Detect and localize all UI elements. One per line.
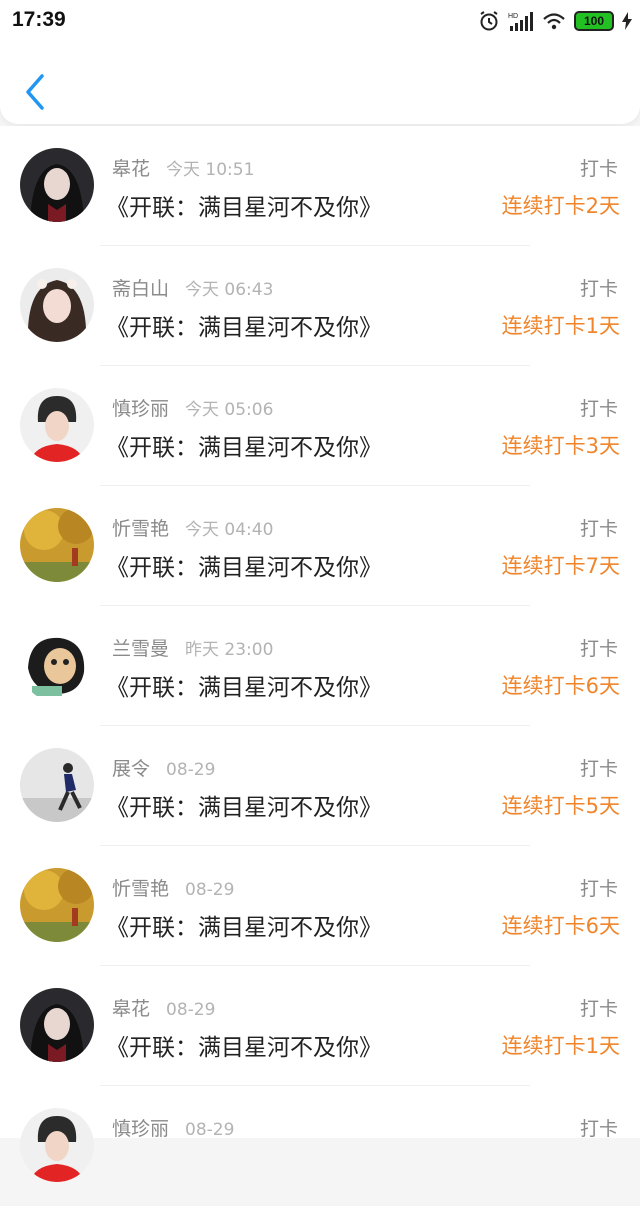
avatar[interactable] — [20, 988, 94, 1062]
streak-label: 连续打卡1天 — [501, 1034, 620, 1058]
post-title: 《开联：满目星河不及你》 — [106, 915, 382, 941]
streak-label: 连续打卡7天 — [501, 554, 620, 578]
checkin-label: 打卡 — [579, 518, 618, 540]
streak-label: 连续打卡3天 — [501, 434, 620, 458]
list-item[interactable]: 慎珍丽 今天 05:06 《开联：满目星河不及你》 打卡 连续打卡3天 — [0, 366, 640, 486]
post-time: 08-29 — [166, 1000, 216, 1020]
list-item[interactable]: 忻雪艳 今天 04:40 《开联：满目星河不及你》 打卡 连续打卡7天 — [0, 486, 640, 606]
checkin-label: 打卡 — [579, 278, 618, 300]
svg-text:HD: HD — [508, 13, 518, 20]
post-title: 《开联：满目星河不及你》 — [106, 1035, 382, 1061]
chevron-left-icon — [26, 74, 44, 110]
user-name: 皋花 今天 10:51 — [112, 158, 255, 180]
post-time: 08-29 — [166, 760, 216, 780]
list-item[interactable]: 慎珍丽 08-29 打卡 — [0, 1086, 640, 1206]
list-item[interactable]: 皋花 今天 10:51 《开联：满目星河不及你》 打卡 连续打卡2天 — [0, 126, 640, 246]
post-title: 《开联：满目星河不及你》 — [106, 315, 382, 341]
avatar[interactable] — [20, 148, 94, 222]
avatar[interactable] — [20, 388, 94, 462]
list-item[interactable]: 展令 08-29 《开联：满目星河不及你》 打卡 连续打卡5天 — [0, 726, 640, 846]
avatar[interactable] — [20, 748, 94, 822]
back-button[interactable] — [18, 70, 54, 114]
status-icons: HD 100 — [478, 8, 632, 34]
checkin-label: 打卡 — [579, 758, 618, 780]
post-title: 《开联：满目星河不及你》 — [106, 555, 382, 581]
avatar[interactable] — [20, 868, 94, 942]
streak-label: 连续打卡6天 — [501, 914, 620, 938]
avatar[interactable] — [20, 268, 94, 342]
post-time: 昨天 23:00 — [185, 640, 274, 660]
checkin-label: 打卡 — [579, 1118, 618, 1140]
user-name: 慎珍丽 08-29 — [112, 1118, 235, 1140]
avatar[interactable] — [20, 508, 94, 582]
list-item[interactable]: 兰雪曼 昨天 23:00 《开联：满目星河不及你》 打卡 连续打卡6天 — [0, 606, 640, 726]
post-time: 今天 04:40 — [185, 520, 274, 540]
streak-label: 连续打卡2天 — [501, 194, 620, 218]
user-name: 斋白山 今天 06:43 — [112, 278, 274, 300]
status-bar: 17:39 HD 100 — [0, 0, 640, 42]
avatar[interactable] — [20, 1108, 94, 1182]
alarm-icon — [480, 11, 498, 31]
post-title: 《开联：满目星河不及你》 — [106, 795, 382, 821]
post-time: 08-29 — [185, 1120, 235, 1140]
post-title: 《开联：满目星河不及你》 — [106, 675, 382, 701]
post-time: 今天 05:06 — [185, 400, 274, 420]
wifi-icon — [543, 13, 565, 30]
checkin-label: 打卡 — [579, 398, 618, 420]
list-item[interactable]: 忻雪艳 08-29 《开联：满目星河不及你》 打卡 连续打卡6天 — [0, 846, 640, 966]
streak-label: 连续打卡1天 — [501, 314, 620, 338]
post-title: 《开联：满目星河不及你》 — [106, 435, 382, 461]
checkin-list: 皋花 今天 10:51 《开联：满目星河不及你》 打卡 连续打卡2天 斋白山 今天 … — [0, 126, 640, 1182]
post-title: 《开联：满目星河不及你》 — [106, 195, 382, 221]
user-name: 兰雪曼 昨天 23:00 — [112, 638, 274, 660]
streak-label: 连续打卡5天 — [501, 794, 620, 818]
streak-label: 连续打卡6天 — [501, 674, 620, 698]
checkin-label: 打卡 — [579, 878, 618, 900]
user-name: 忻雪艳 今天 04:40 — [112, 518, 274, 540]
checkin-label: 打卡 — [579, 998, 618, 1020]
status-time: 17:39 — [12, 8, 66, 31]
post-time: 今天 06:43 — [185, 280, 274, 300]
post-time: 今天 10:51 — [166, 160, 255, 180]
user-name: 慎珍丽 今天 05:06 — [112, 398, 274, 420]
avatar[interactable] — [20, 628, 94, 702]
checkin-label: 打卡 — [579, 638, 618, 660]
list-item[interactable]: 皋花 08-29 《开联：满目星河不及你》 打卡 连续打卡1天 — [0, 966, 640, 1086]
post-time: 08-29 — [185, 880, 235, 900]
user-name: 忻雪艳 08-29 — [112, 878, 235, 900]
user-name: 展令 08-29 — [112, 758, 216, 780]
checkin-label: 打卡 — [579, 158, 618, 180]
charging-icon — [622, 12, 632, 30]
user-name: 皋花 08-29 — [112, 998, 216, 1020]
signal-icon: HD — [508, 12, 533, 31]
list-item[interactable]: 斋白山 今天 06:43 《开联：满目星河不及你》 打卡 连续打卡1天 — [0, 246, 640, 366]
battery-indicator: 100 — [574, 11, 614, 31]
